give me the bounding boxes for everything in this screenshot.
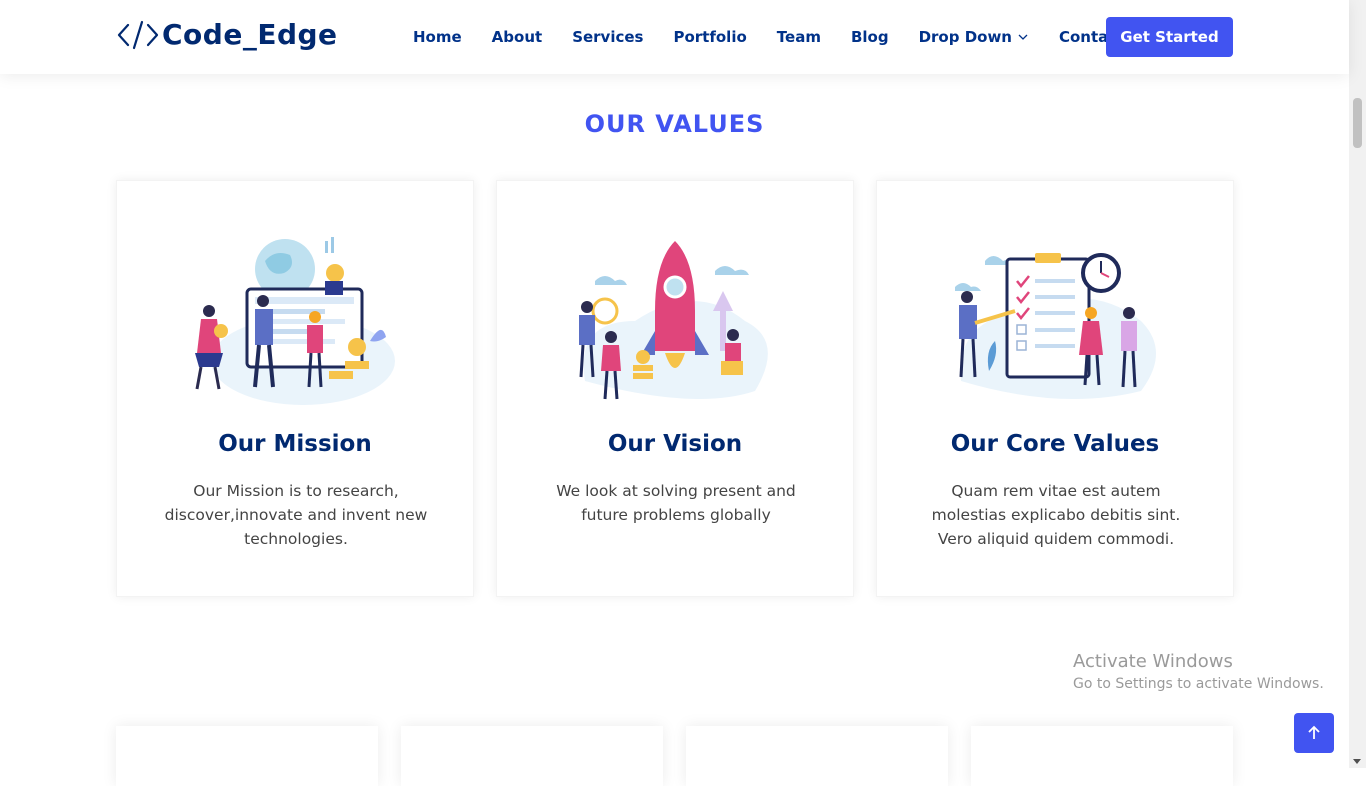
value-card-core-values: Our Core Values Quam rem vitae est autem…: [876, 180, 1234, 597]
feature-card: [401, 726, 663, 786]
section-title: OUR VALUES: [584, 110, 765, 138]
value-card-vision: Our Vision We look at solving present an…: [496, 180, 854, 597]
arrow-up-icon: [1308, 725, 1320, 739]
core-values-illustration: [955, 253, 1156, 399]
code-brackets-icon: [117, 20, 159, 49]
feature-card: [116, 726, 378, 786]
card-title: Our Mission: [218, 431, 372, 457]
nav-home[interactable]: Home: [398, 28, 477, 46]
card-title: Our Core Values: [950, 431, 1160, 457]
nav-blog[interactable]: Blog: [836, 28, 904, 46]
page-scrollbar[interactable]: [1349, 0, 1366, 768]
card-text: Quam rem vitae est autem molestias expli…: [931, 482, 1181, 548]
logo-text: Code_Edge: [162, 18, 338, 51]
card-text: We look at solving present and future pr…: [556, 482, 796, 524]
nav-dropdown[interactable]: Drop Down: [904, 28, 1044, 46]
feature-card: [971, 726, 1233, 786]
nav-dropdown-label: Drop Down: [918, 28, 1012, 46]
activate-windows-watermark: Activate Windows Go to Settings to activ…: [1073, 651, 1324, 692]
get-started-button[interactable]: Get Started: [1106, 17, 1233, 57]
back-to-top-button[interactable]: [1294, 713, 1334, 753]
activate-windows-title: Activate Windows: [1073, 651, 1233, 672]
card-title: Our Vision: [607, 431, 743, 457]
card-text: Our Mission is to research, discover,inn…: [164, 482, 428, 548]
chevron-down-icon: [1018, 34, 1028, 40]
site-header: Code_Edge Home About Services Portfolio …: [0, 0, 1349, 74]
feature-card: [686, 726, 948, 786]
nav-about[interactable]: About: [477, 28, 558, 46]
value-card-mission: Our Mission Our Mission is to research, …: [116, 180, 474, 597]
mission-illustration: [195, 237, 395, 405]
logo[interactable]: Code_Edge: [116, 18, 338, 51]
vision-illustration: [579, 241, 768, 400]
activate-windows-subtitle: Go to Settings to activate Windows.: [1073, 676, 1324, 692]
main-nav: Home About Services Portfolio Team Blog …: [398, 17, 1139, 57]
nav-team[interactable]: Team: [762, 28, 836, 46]
nav-services[interactable]: Services: [557, 28, 658, 46]
nav-portfolio[interactable]: Portfolio: [658, 28, 761, 46]
scroll-down-arrow-icon[interactable]: [1353, 759, 1361, 764]
scrollbar-thumb[interactable]: [1353, 98, 1362, 148]
